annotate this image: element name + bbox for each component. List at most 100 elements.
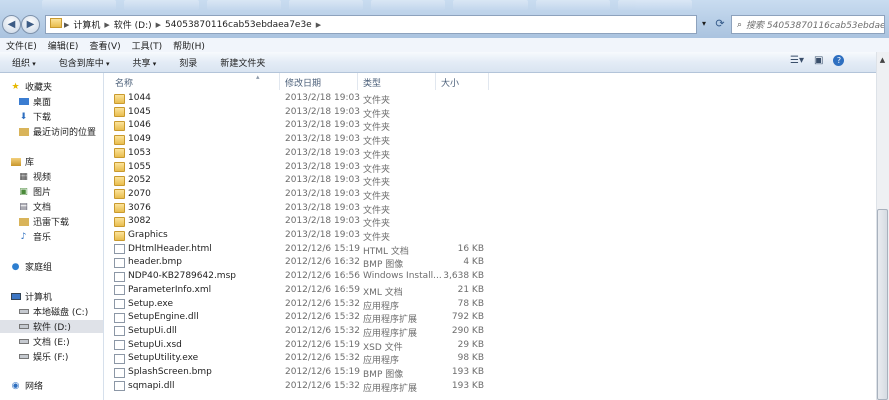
file-type: XSD 文件 [363, 342, 403, 353]
column-date[interactable]: 修改日期 [285, 76, 321, 89]
address-bar[interactable]: ▶ 计算机 ▶ 软件 (D:) ▶ 54053870116cab53ebdaea… [45, 15, 697, 34]
breadcrumb-current-folder[interactable]: 54053870116cab53ebdaea7e3e [161, 20, 316, 30]
bmp-file-icon [114, 367, 125, 378]
share-button[interactable]: 共享 [121, 56, 168, 69]
back-button[interactable]: ◀ [2, 15, 21, 34]
nav-favorites[interactable]: ★ 收藏夹 [10, 80, 113, 94]
file-row[interactable]: sqmapi.dll 2012/12/6 15:32 应用程序扩展 193 KB [106, 380, 876, 394]
file-row[interactable]: SetupUi.dll 2012/12/6 15:32 应用程序扩展 290 KB [106, 325, 876, 339]
file-row[interactable]: 1049 2013/2/18 19:03 文件夹 [106, 133, 876, 147]
menu-help[interactable]: 帮助(H) [167, 39, 210, 52]
file-size: 193 KB [451, 380, 484, 391]
msp-file-icon [114, 271, 125, 282]
file-type: BMP 图像 [363, 260, 404, 271]
command-bar: 组织 包含到库中 共享 刻录 新建文件夹 [0, 52, 889, 73]
file-row[interactable]: NDP40-KB2789642.msp 2012/12/6 16:56 Window… [106, 270, 876, 284]
file-row[interactable]: 2070 2013/2/18 19:03 文件夹 [106, 188, 876, 202]
nav-network[interactable]: ◉ 网络 [10, 379, 113, 393]
file-date: 2013/2/18 19:03 [285, 188, 360, 199]
folder-icon [114, 162, 125, 172]
folder-icon [114, 134, 125, 145]
file-name: SetupUi.dll [128, 325, 177, 336]
file-row[interactable]: 1055 2013/2/18 19:03 文件夹 [106, 161, 876, 175]
menu-file[interactable]: 文件(E) [0, 39, 42, 52]
sort-ascending-icon: ▴ [256, 73, 260, 81]
file-date: 2013/2/18 19:03 [285, 134, 360, 145]
dll-file-icon [114, 326, 125, 337]
file-row[interactable]: SplashScreen.bmp 2012/12/6 15:19 BMP 图像 193… [106, 366, 876, 380]
menu-edit[interactable]: 编辑(E) [42, 39, 84, 52]
file-row[interactable]: Graphics 2013/2/18 19:03 文件夹 [106, 229, 876, 243]
thunder-icon [18, 217, 29, 227]
drive-icon [18, 322, 29, 332]
search-input[interactable]: ⌕ 搜索 54053870116cab53ebdaea7e3e [731, 15, 885, 34]
exe-file-icon [114, 353, 125, 364]
file-size: 3,638 KB [443, 271, 484, 282]
menu-view[interactable]: 查看(V) [83, 39, 125, 52]
file-row[interactable]: header.bmp 2012/12/6 16:32 BMP 图像 4 KB [106, 256, 876, 270]
breadcrumb-drive-d[interactable]: 软件 (D:) [110, 18, 156, 31]
file-name: ParameterInfo.xml [128, 284, 212, 295]
network-icon: ◉ [11, 380, 20, 391]
nav-drive-d[interactable]: 软件 (D:) [0, 320, 103, 333]
file-date: 2012/12/6 15:19 [285, 367, 360, 377]
column-divider[interactable] [435, 73, 436, 90]
file-name: header.bmp [128, 257, 182, 268]
file-date: 2012/12/6 15:32 [285, 312, 360, 323]
column-divider[interactable] [279, 73, 280, 90]
file-row[interactable]: 1053 2013/2/18 19:03 文件夹 [106, 147, 876, 161]
navigation-pane: ★ 收藏夹 桌面 ⬇ 下载 最近访问的位置 库 ▦ 视频 ▣ 图片 ▤ 文档 迅雷下载 ♪… [0, 73, 104, 400]
file-row[interactable]: DHtmlHeader.html 2012/12/6 15:19 HTML 文档 16… [106, 243, 876, 257]
nav-homegroup[interactable]: ● 家庭组 [10, 260, 113, 274]
menu-tools[interactable]: 工具(T) [126, 39, 168, 52]
download-icon: ⬇ [19, 111, 28, 122]
drive-icon [18, 352, 29, 362]
file-type: 文件夹 [363, 150, 391, 161]
forward-button[interactable]: ▶ [21, 15, 40, 34]
file-row[interactable]: 3082 2013/2/18 19:03 文件夹 [106, 215, 876, 229]
column-type[interactable]: 类型 [363, 76, 381, 89]
file-type: BMP 图像 [363, 370, 404, 380]
new-folder-button[interactable]: 新建文件夹 [208, 56, 276, 69]
file-row[interactable]: ParameterInfo.xml 2012/12/6 16:59 XML 文档 21… [106, 284, 876, 298]
column-size[interactable]: 大小 [441, 76, 459, 89]
include-in-library-button[interactable]: 包含到库中 [47, 56, 121, 69]
address-history-dropdown[interactable]: ▾ [697, 15, 711, 32]
column-name[interactable]: 名称 [115, 76, 133, 89]
file-type: 文件夹 [363, 109, 391, 120]
search-icon: ⌕ [737, 19, 743, 30]
refresh-icon[interactable]: ⟳ [713, 15, 727, 32]
help-icon[interactable]: ? [833, 55, 845, 66]
file-name: SetupUtility.exe [128, 353, 199, 364]
menu-bar: 文件(E) 编辑(E) 查看(V) 工具(T) 帮助(H) [0, 38, 889, 52]
file-type: 文件夹 [363, 233, 391, 243]
file-row[interactable]: 1045 2013/2/18 19:03 文件夹 [106, 106, 876, 120]
column-divider[interactable] [357, 73, 358, 90]
nav-libraries[interactable]: 库 [10, 155, 113, 168]
file-row[interactable]: Setup.exe 2012/12/6 15:32 应用程序 78 KB [106, 298, 876, 312]
breadcrumb-computer[interactable]: 计算机 [69, 18, 104, 31]
file-row[interactable]: SetupUtility.exe 2012/12/6 15:32 应用程序 98 KB [106, 352, 876, 366]
file-row[interactable]: 2052 2013/2/18 19:03 文件夹 [106, 174, 876, 188]
file-row[interactable]: SetupUi.xsd 2012/12/6 15:19 XSD 文件 29 KB [106, 339, 876, 353]
file-row[interactable]: 1046 2013/2/18 19:03 文件夹 [106, 119, 876, 133]
xsd-file-icon [114, 340, 125, 351]
scroll-up-icon[interactable]: ▲ [877, 56, 888, 64]
file-name: 1044 [128, 93, 151, 103]
scrollbar-thumb[interactable] [877, 209, 888, 400]
column-divider[interactable] [488, 73, 489, 90]
nav-computer[interactable]: 计算机 [10, 290, 113, 303]
breadcrumb-separator-icon[interactable]: ▶ [316, 21, 321, 29]
file-row[interactable]: 3076 2013/2/18 19:03 文件夹 [106, 202, 876, 216]
burn-button[interactable]: 刻录 [167, 56, 208, 69]
file-date: 2013/2/18 19:03 [285, 147, 360, 158]
file-date: 2013/2/18 19:03 [285, 120, 360, 131]
change-view-icon[interactable]: ☰▾ [790, 55, 804, 66]
file-row[interactable]: 1044 2013/2/18 19:03 文件夹 [106, 92, 876, 106]
organize-button[interactable]: 组织 [0, 56, 47, 69]
file-row[interactable]: SetupEngine.dll 2012/12/6 15:32 应用程序扩展 792 … [106, 311, 876, 325]
homegroup-icon: ● [11, 261, 20, 272]
file-date: 2013/2/18 19:03 [285, 106, 360, 117]
background-windows [42, 0, 692, 12]
preview-pane-icon[interactable]: ▣ [814, 55, 823, 66]
